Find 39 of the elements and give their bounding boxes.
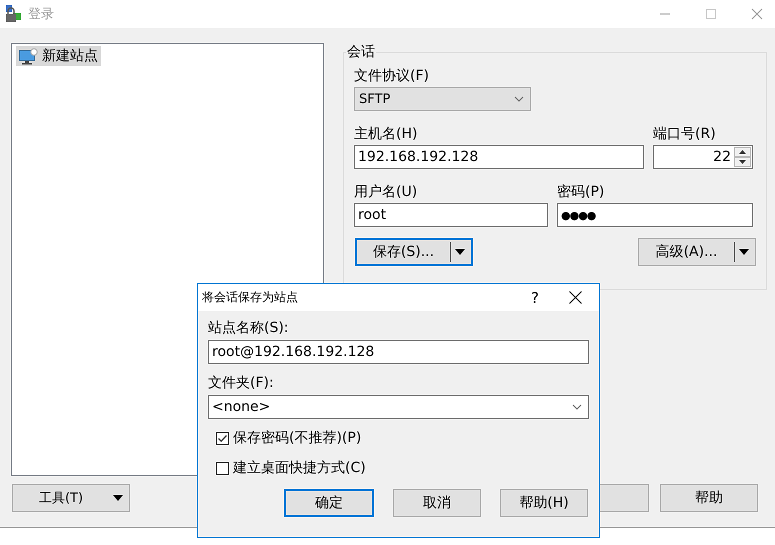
group-title: 会话 xyxy=(346,43,376,61)
close-icon[interactable] xyxy=(569,291,582,304)
port-field[interactable]: 22 xyxy=(653,145,753,169)
dialog-title: 将会话保存为站点 xyxy=(202,289,298,306)
padlock-icon xyxy=(4,5,22,23)
field-label: 端口号(R) xyxy=(653,125,717,143)
dialog-button[interactable]: 取消 xyxy=(393,489,481,517)
checkbox-label: 保存密码(不推荐)(P) xyxy=(233,429,362,447)
username-field[interactable]: root xyxy=(354,203,548,227)
field-label: 文件夹(F): xyxy=(208,374,275,392)
field-label: 站点名称(S): xyxy=(208,319,290,337)
dialog-button[interactable]: 帮助(H) xyxy=(500,489,588,517)
field-label: 密码(P) xyxy=(557,183,606,201)
spinner-arrows-icon[interactable] xyxy=(734,147,751,167)
chevron-down-icon[interactable] xyxy=(572,404,582,410)
window-title: 登录 xyxy=(28,6,54,23)
tools-button[interactable]: 工具(T) xyxy=(12,484,130,512)
advanced-button[interactable]: 高级(A)... xyxy=(638,238,756,266)
dialog-button[interactable]: 确定 xyxy=(284,489,374,517)
field-label: 文件协议(F) xyxy=(354,67,430,85)
host-field[interactable]: 192.168.192.128 xyxy=(354,145,644,169)
folder-dropdown[interactable]: <none> xyxy=(208,395,589,419)
dropdown-arrow-icon[interactable] xyxy=(455,249,465,255)
dropdown-arrow-icon[interactable] xyxy=(113,495,124,502)
monitor-icon xyxy=(19,48,38,64)
help-button[interactable]: ? xyxy=(531,288,539,306)
site-name-field[interactable]: root@192.168.192.128 xyxy=(208,340,589,364)
save-button[interactable]: 保存(S)... xyxy=(355,238,473,266)
tree-item[interactable]: 新建站点 xyxy=(16,46,101,66)
checkbox[interactable] xyxy=(216,462,229,474)
checkbox-label: 建立桌面快捷方式(C) xyxy=(233,459,366,477)
password-field[interactable]: ●●●● xyxy=(557,203,753,227)
help-button[interactable]: 帮助 xyxy=(660,484,758,512)
field-label: 用户名(U) xyxy=(354,183,418,201)
checkbox[interactable] xyxy=(216,432,229,444)
field-label: 主机名(H) xyxy=(354,125,418,143)
dropdown-arrow-icon[interactable] xyxy=(739,249,749,255)
protocol-dropdown[interactable]: SFTP xyxy=(354,87,531,111)
chevron-down-icon[interactable] xyxy=(514,96,524,102)
